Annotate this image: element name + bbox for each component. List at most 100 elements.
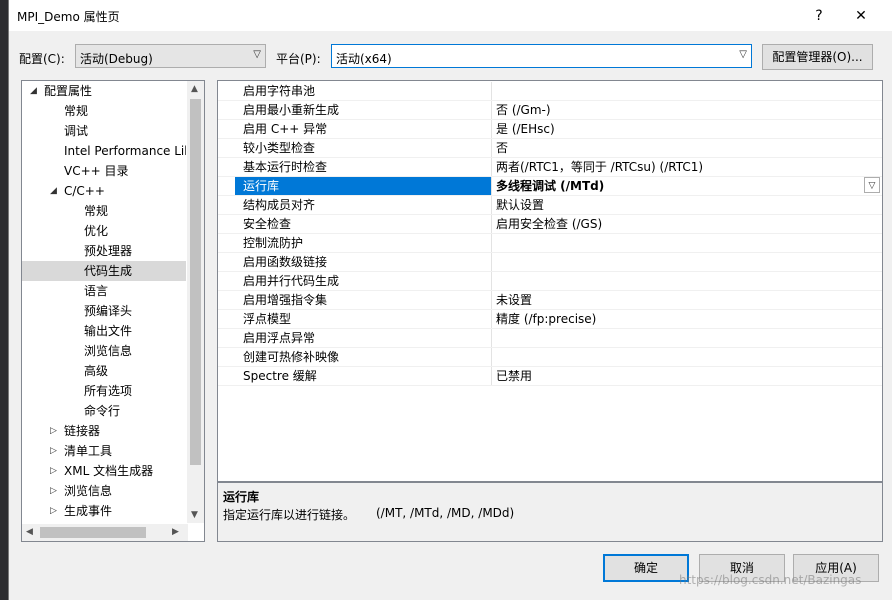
property-name: 安全检查 bbox=[235, 215, 492, 233]
tree-item[interactable]: 高级 bbox=[22, 361, 186, 381]
property-name: 启用浮点异常 bbox=[235, 329, 492, 347]
tree-item[interactable]: 优化 bbox=[22, 221, 186, 241]
property-value[interactable]: 未设置 bbox=[493, 291, 876, 309]
tree-item[interactable]: ▷ 生成事件 bbox=[22, 501, 186, 521]
property-name: 运行库 bbox=[235, 177, 492, 195]
tree-item[interactable]: 代码生成 bbox=[22, 261, 186, 281]
property-value[interactable]: 已禁用 bbox=[493, 367, 876, 385]
property-value[interactable]: 两者(/RTC1，等同于 /RTCsu) (/RTC1) bbox=[493, 158, 876, 176]
expand-arrow-icon[interactable]: ▷ bbox=[50, 421, 60, 441]
chevron-down-icon[interactable]: ▽ bbox=[864, 177, 880, 193]
ok-button[interactable]: 确定 bbox=[603, 554, 689, 582]
tree-item[interactable]: 预编译头 bbox=[22, 301, 186, 321]
property-row[interactable]: 启用最小重新生成否 (/Gm-) bbox=[218, 101, 882, 120]
scroll-thumb[interactable] bbox=[40, 527, 146, 538]
tree-item[interactable]: ◢ 配置属性 bbox=[22, 81, 186, 101]
tree-item-label: 链接器 bbox=[64, 424, 101, 438]
property-name: 启用增强指令集 bbox=[235, 291, 492, 309]
tree-item-label: 代码生成 bbox=[84, 264, 133, 278]
platform-select[interactable]: 活动(x64) ▽ bbox=[331, 44, 752, 68]
property-name: 启用最小重新生成 bbox=[235, 101, 492, 119]
property-name: 启用 C++ 异常 bbox=[235, 120, 492, 138]
platform-label: 平台(P): bbox=[276, 52, 321, 66]
tree-horizontal-scrollbar[interactable]: ◀ ▶ bbox=[22, 524, 188, 541]
tree-item-label: 命令行 bbox=[84, 404, 121, 418]
window-title: MPI_Demo 属性页 bbox=[17, 10, 120, 24]
expand-arrow-icon[interactable]: ▷ bbox=[50, 461, 60, 481]
property-row[interactable]: 创建可热修补映像 bbox=[218, 348, 882, 367]
tree-item[interactable]: 调试 bbox=[22, 121, 186, 141]
property-value[interactable] bbox=[493, 82, 876, 100]
tree-item[interactable]: 输出文件 bbox=[22, 321, 186, 341]
close-button[interactable]: ✕ bbox=[841, 4, 881, 28]
tree-item[interactable]: VC++ 目录 bbox=[22, 161, 186, 181]
tree-vertical-scrollbar[interactable]: ▲ ▼ bbox=[187, 81, 204, 523]
collapse-arrow-icon[interactable]: ◢ bbox=[30, 81, 40, 101]
property-row[interactable]: 启用增强指令集 未设置 bbox=[218, 291, 882, 310]
tree-item[interactable]: 命令行 bbox=[22, 401, 186, 421]
expand-arrow-icon[interactable]: ▷ bbox=[50, 481, 60, 501]
property-value[interactable] bbox=[493, 253, 876, 271]
tree-item[interactable]: 预处理器 bbox=[22, 241, 186, 261]
tree-item[interactable]: ▷ 浏览信息 bbox=[22, 481, 186, 501]
tree-item[interactable]: 常规 bbox=[22, 101, 186, 121]
tree-item-label: 语言 bbox=[84, 284, 109, 298]
tree-item[interactable]: Intel Performance Libraries bbox=[22, 141, 186, 161]
config-select[interactable]: 活动(Debug) ▽ bbox=[75, 44, 266, 68]
property-row[interactable]: 启用浮点异常 bbox=[218, 329, 882, 348]
scroll-down-icon[interactable]: ▼ bbox=[191, 510, 198, 520]
title-bar: MPI_Demo 属性页 ? ✕ bbox=[9, 0, 892, 31]
tree-item[interactable]: ◢ C/C++ bbox=[22, 181, 186, 201]
property-value[interactable]: 默认设置 bbox=[493, 196, 876, 214]
property-row[interactable]: 较小类型检查否 bbox=[218, 139, 882, 158]
property-row[interactable]: 浮点模型 精度 (/fp:precise) bbox=[218, 310, 882, 329]
property-value[interactable] bbox=[493, 329, 876, 347]
scroll-left-icon[interactable]: ◀ bbox=[26, 527, 33, 537]
property-row[interactable]: 启用函数级链接 bbox=[218, 253, 882, 272]
tree-item-label: 常规 bbox=[64, 104, 89, 118]
property-value[interactable]: 启用安全检查 (/GS) bbox=[493, 215, 876, 233]
scroll-right-icon[interactable]: ▶ bbox=[172, 527, 179, 537]
description-panel: 运行库 指定运行库以进行链接。 (/MT, /MTd, /MD, /MDd) bbox=[217, 482, 883, 542]
property-value[interactable] bbox=[493, 272, 876, 290]
property-name: 启用并行代码生成 bbox=[235, 272, 492, 290]
scroll-thumb[interactable] bbox=[190, 99, 201, 465]
help-button[interactable]: ? bbox=[799, 4, 839, 28]
tree-item[interactable]: 所有选项 bbox=[22, 381, 186, 401]
property-value[interactable] bbox=[493, 234, 876, 252]
property-row[interactable]: 控制流防护 bbox=[218, 234, 882, 253]
tree-item-label: 浏览信息 bbox=[64, 484, 113, 498]
tree-item-label: 预编译头 bbox=[84, 304, 133, 318]
config-manager-button[interactable]: 配置管理器(O)... bbox=[762, 44, 873, 70]
property-row[interactable]: 启用字符串池 bbox=[218, 82, 882, 101]
property-row[interactable]: 启用并行代码生成 bbox=[218, 272, 882, 291]
description-text: 指定运行库以进行链接。 bbox=[223, 508, 356, 522]
chevron-down-icon: ▽ bbox=[253, 49, 261, 60]
property-row[interactable]: Spectre 缓解 已禁用 bbox=[218, 367, 882, 386]
property-value[interactable]: 是 (/EHsc) bbox=[493, 120, 876, 138]
property-value[interactable]: 精度 (/fp:precise) bbox=[493, 310, 876, 328]
expand-arrow-icon[interactable]: ▷ bbox=[50, 501, 60, 521]
collapse-arrow-icon[interactable]: ◢ bbox=[50, 181, 60, 201]
property-value[interactable]: 多线程调试 (/MTd) bbox=[493, 177, 876, 195]
property-row[interactable]: 安全检查 启用安全检查 (/GS) bbox=[218, 215, 882, 234]
property-row[interactable]: 启用 C++ 异常是 (/EHsc) bbox=[218, 120, 882, 139]
tree-item[interactable]: ▷ 链接器 bbox=[22, 421, 186, 441]
property-row[interactable]: 基本运行时检查 两者(/RTC1，等同于 /RTCsu) (/RTC1) bbox=[218, 158, 882, 177]
property-value[interactable] bbox=[493, 348, 876, 366]
expand-arrow-icon[interactable]: ▷ bbox=[50, 441, 60, 461]
property-grid: 启用字符串池 启用最小重新生成否 (/Gm-) 启用 C++ 异常是 (/EHsc)… bbox=[217, 80, 883, 482]
tree-item[interactable]: 浏览信息 bbox=[22, 341, 186, 361]
property-row[interactable]: 运行库 多线程调试 (/MTd) ▽ bbox=[218, 177, 882, 196]
tree-item[interactable]: 语言 bbox=[22, 281, 186, 301]
property-name: 浮点模型 bbox=[235, 310, 492, 328]
tree-item[interactable]: ▷ XML 文档生成器 bbox=[22, 461, 186, 481]
property-row[interactable]: 结构成员对齐 默认设置 bbox=[218, 196, 882, 215]
description-title: 运行库 bbox=[223, 490, 260, 504]
tree-item-label: 优化 bbox=[84, 224, 109, 238]
scroll-up-icon[interactable]: ▲ bbox=[191, 84, 198, 94]
tree-item[interactable]: 常规 bbox=[22, 201, 186, 221]
property-value[interactable]: 否 bbox=[493, 139, 876, 157]
property-value[interactable]: 否 (/Gm-) bbox=[493, 101, 876, 119]
tree-item[interactable]: ▷ 清单工具 bbox=[22, 441, 186, 461]
